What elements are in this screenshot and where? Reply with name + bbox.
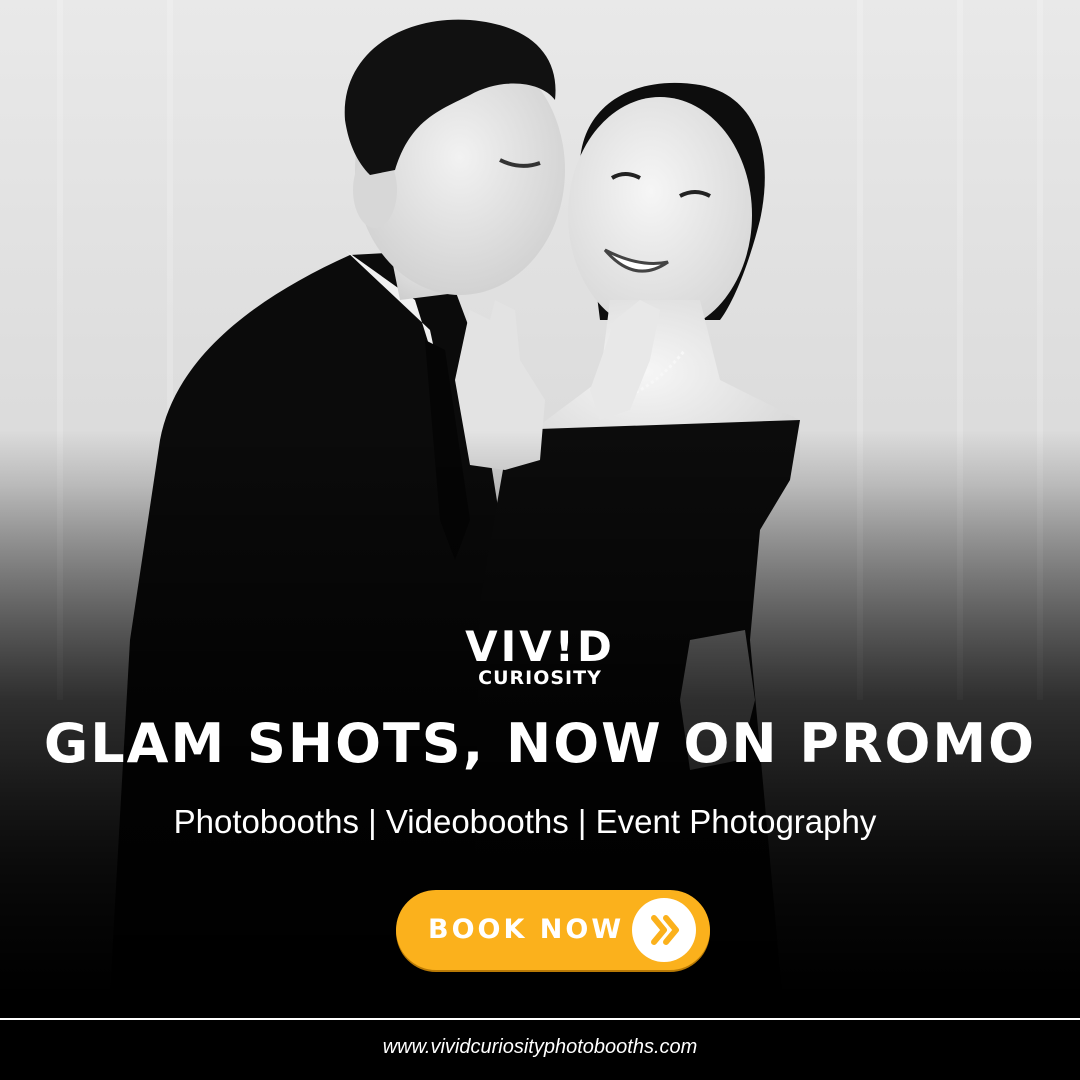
double-chevron-right-icon	[632, 898, 696, 962]
brand-logo: VIV!D CURIOSITY	[0, 622, 1080, 689]
logo-subtitle: CURIOSITY	[478, 667, 602, 689]
website-link[interactable]: www.vividcuriosityphotobooths.com	[0, 1030, 1080, 1064]
headline: GLAM SHOTS, NOW ON PROMO	[43, 712, 1037, 775]
footer-divider	[0, 1018, 1080, 1020]
promo-banner: VIV!D CURIOSITY GLAM SHOTS, NOW ON PROMO…	[0, 0, 1080, 1080]
services-tagline: Photobooths | Videobooths | Event Photog…	[173, 803, 877, 840]
book-now-label: BOOK NOW	[428, 914, 625, 945]
book-now-button[interactable]: BOOK NOW	[396, 890, 710, 970]
logo-wordmark: VIV!D	[465, 622, 615, 671]
